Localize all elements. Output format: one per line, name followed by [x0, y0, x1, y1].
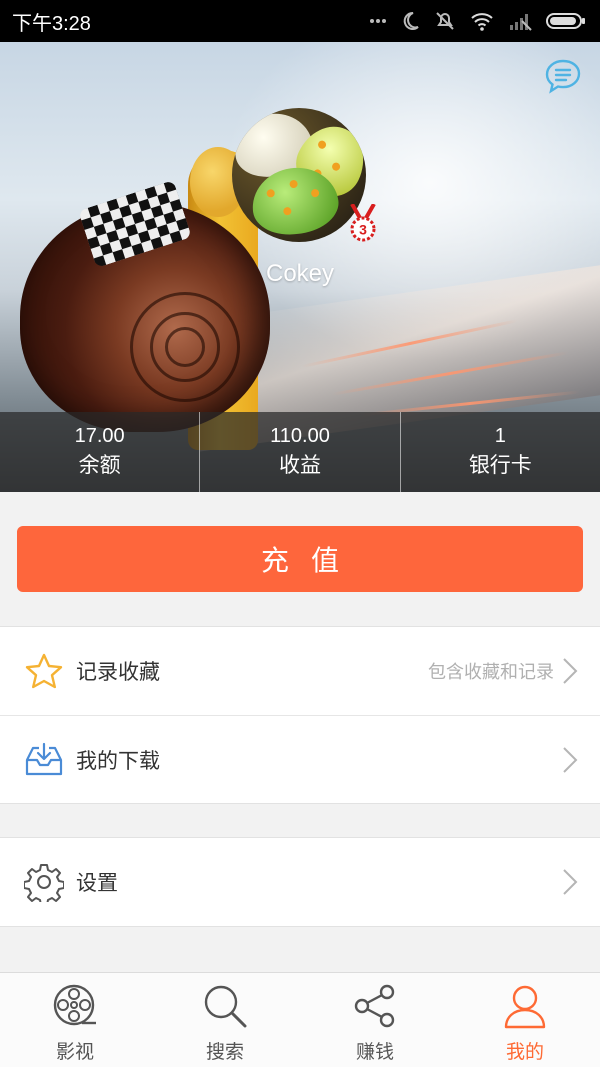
status-bar: 下午3:28 — [0, 0, 600, 42]
tab-mine[interactable]: 我的 — [450, 973, 600, 1067]
nav-label: 影视 — [55, 1041, 94, 1063]
status-time: 下午3:28 — [12, 12, 91, 35]
download-tray-icon — [24, 740, 64, 780]
more-dots-icon — [370, 19, 386, 23]
film-reel-icon — [50, 981, 100, 1031]
tab-search[interactable]: 搜索 — [150, 973, 300, 1067]
stat-value: 1 — [494, 425, 506, 447]
star-icon — [24, 651, 64, 691]
nav-label: 赚钱 — [355, 1041, 394, 1063]
menu-label: 设置 — [76, 871, 118, 895]
bottom-nav: 影视 搜索 赚钱 我的 — [0, 972, 600, 1067]
share-icon — [350, 981, 400, 1031]
chevron-right-icon — [562, 746, 578, 778]
battery-icon — [546, 11, 586, 31]
search-icon — [200, 981, 250, 1031]
stat-label: 余额 — [78, 453, 121, 477]
profile-header: 3 Cokey 17.00 余额 110.00 收益 1 银行卡 — [0, 42, 600, 492]
menu-label: 我的下载 — [76, 748, 160, 773]
tab-movies[interactable]: 影视 — [0, 973, 150, 1067]
chevron-right-icon — [562, 868, 578, 900]
tab-earn[interactable]: 赚钱 — [300, 973, 450, 1067]
stat-value: 110.00 — [270, 425, 330, 447]
mute-icon — [434, 10, 456, 32]
wifi-icon — [470, 11, 494, 31]
stat-label: 收益 — [278, 453, 321, 477]
menu-item-settings[interactable]: 设置 — [0, 838, 600, 926]
user-icon — [500, 981, 550, 1031]
stat-label: 银行卡 — [468, 453, 532, 477]
level-badge-number: 3 — [359, 222, 367, 238]
stat-earnings[interactable]: 110.00 收益 — [199, 412, 399, 492]
nav-label: 我的 — [505, 1041, 544, 1063]
nav-label: 搜索 — [205, 1041, 244, 1063]
message-icon[interactable] — [544, 58, 582, 98]
menu-item-records[interactable]: 记录收藏 包含收藏和记录 — [0, 627, 600, 715]
menu-hint: 包含收藏和记录 — [428, 662, 554, 683]
gear-icon — [24, 862, 64, 902]
status-icons — [370, 10, 586, 32]
moon-icon — [400, 11, 420, 31]
recharge-button[interactable]: 充值 — [17, 526, 583, 592]
signal-icon — [508, 11, 532, 31]
stat-value: 17.00 — [74, 425, 125, 447]
stat-balance[interactable]: 17.00 余额 — [0, 412, 199, 492]
menu-group-media: 记录收藏 包含收藏和记录 我的下载 — [0, 626, 600, 804]
menu-item-downloads[interactable]: 我的下载 — [0, 715, 600, 803]
menu-label: 记录收藏 — [76, 660, 160, 684]
chevron-right-icon — [562, 657, 578, 689]
menu-group-settings: 设置 — [0, 837, 600, 927]
level-medal-icon: 3 — [346, 203, 380, 242]
stats-bar: 17.00 余额 110.00 收益 1 银行卡 — [0, 412, 600, 492]
username: Cokey — [265, 260, 335, 287]
stat-bank-card[interactable]: 1 银行卡 — [399, 412, 600, 492]
